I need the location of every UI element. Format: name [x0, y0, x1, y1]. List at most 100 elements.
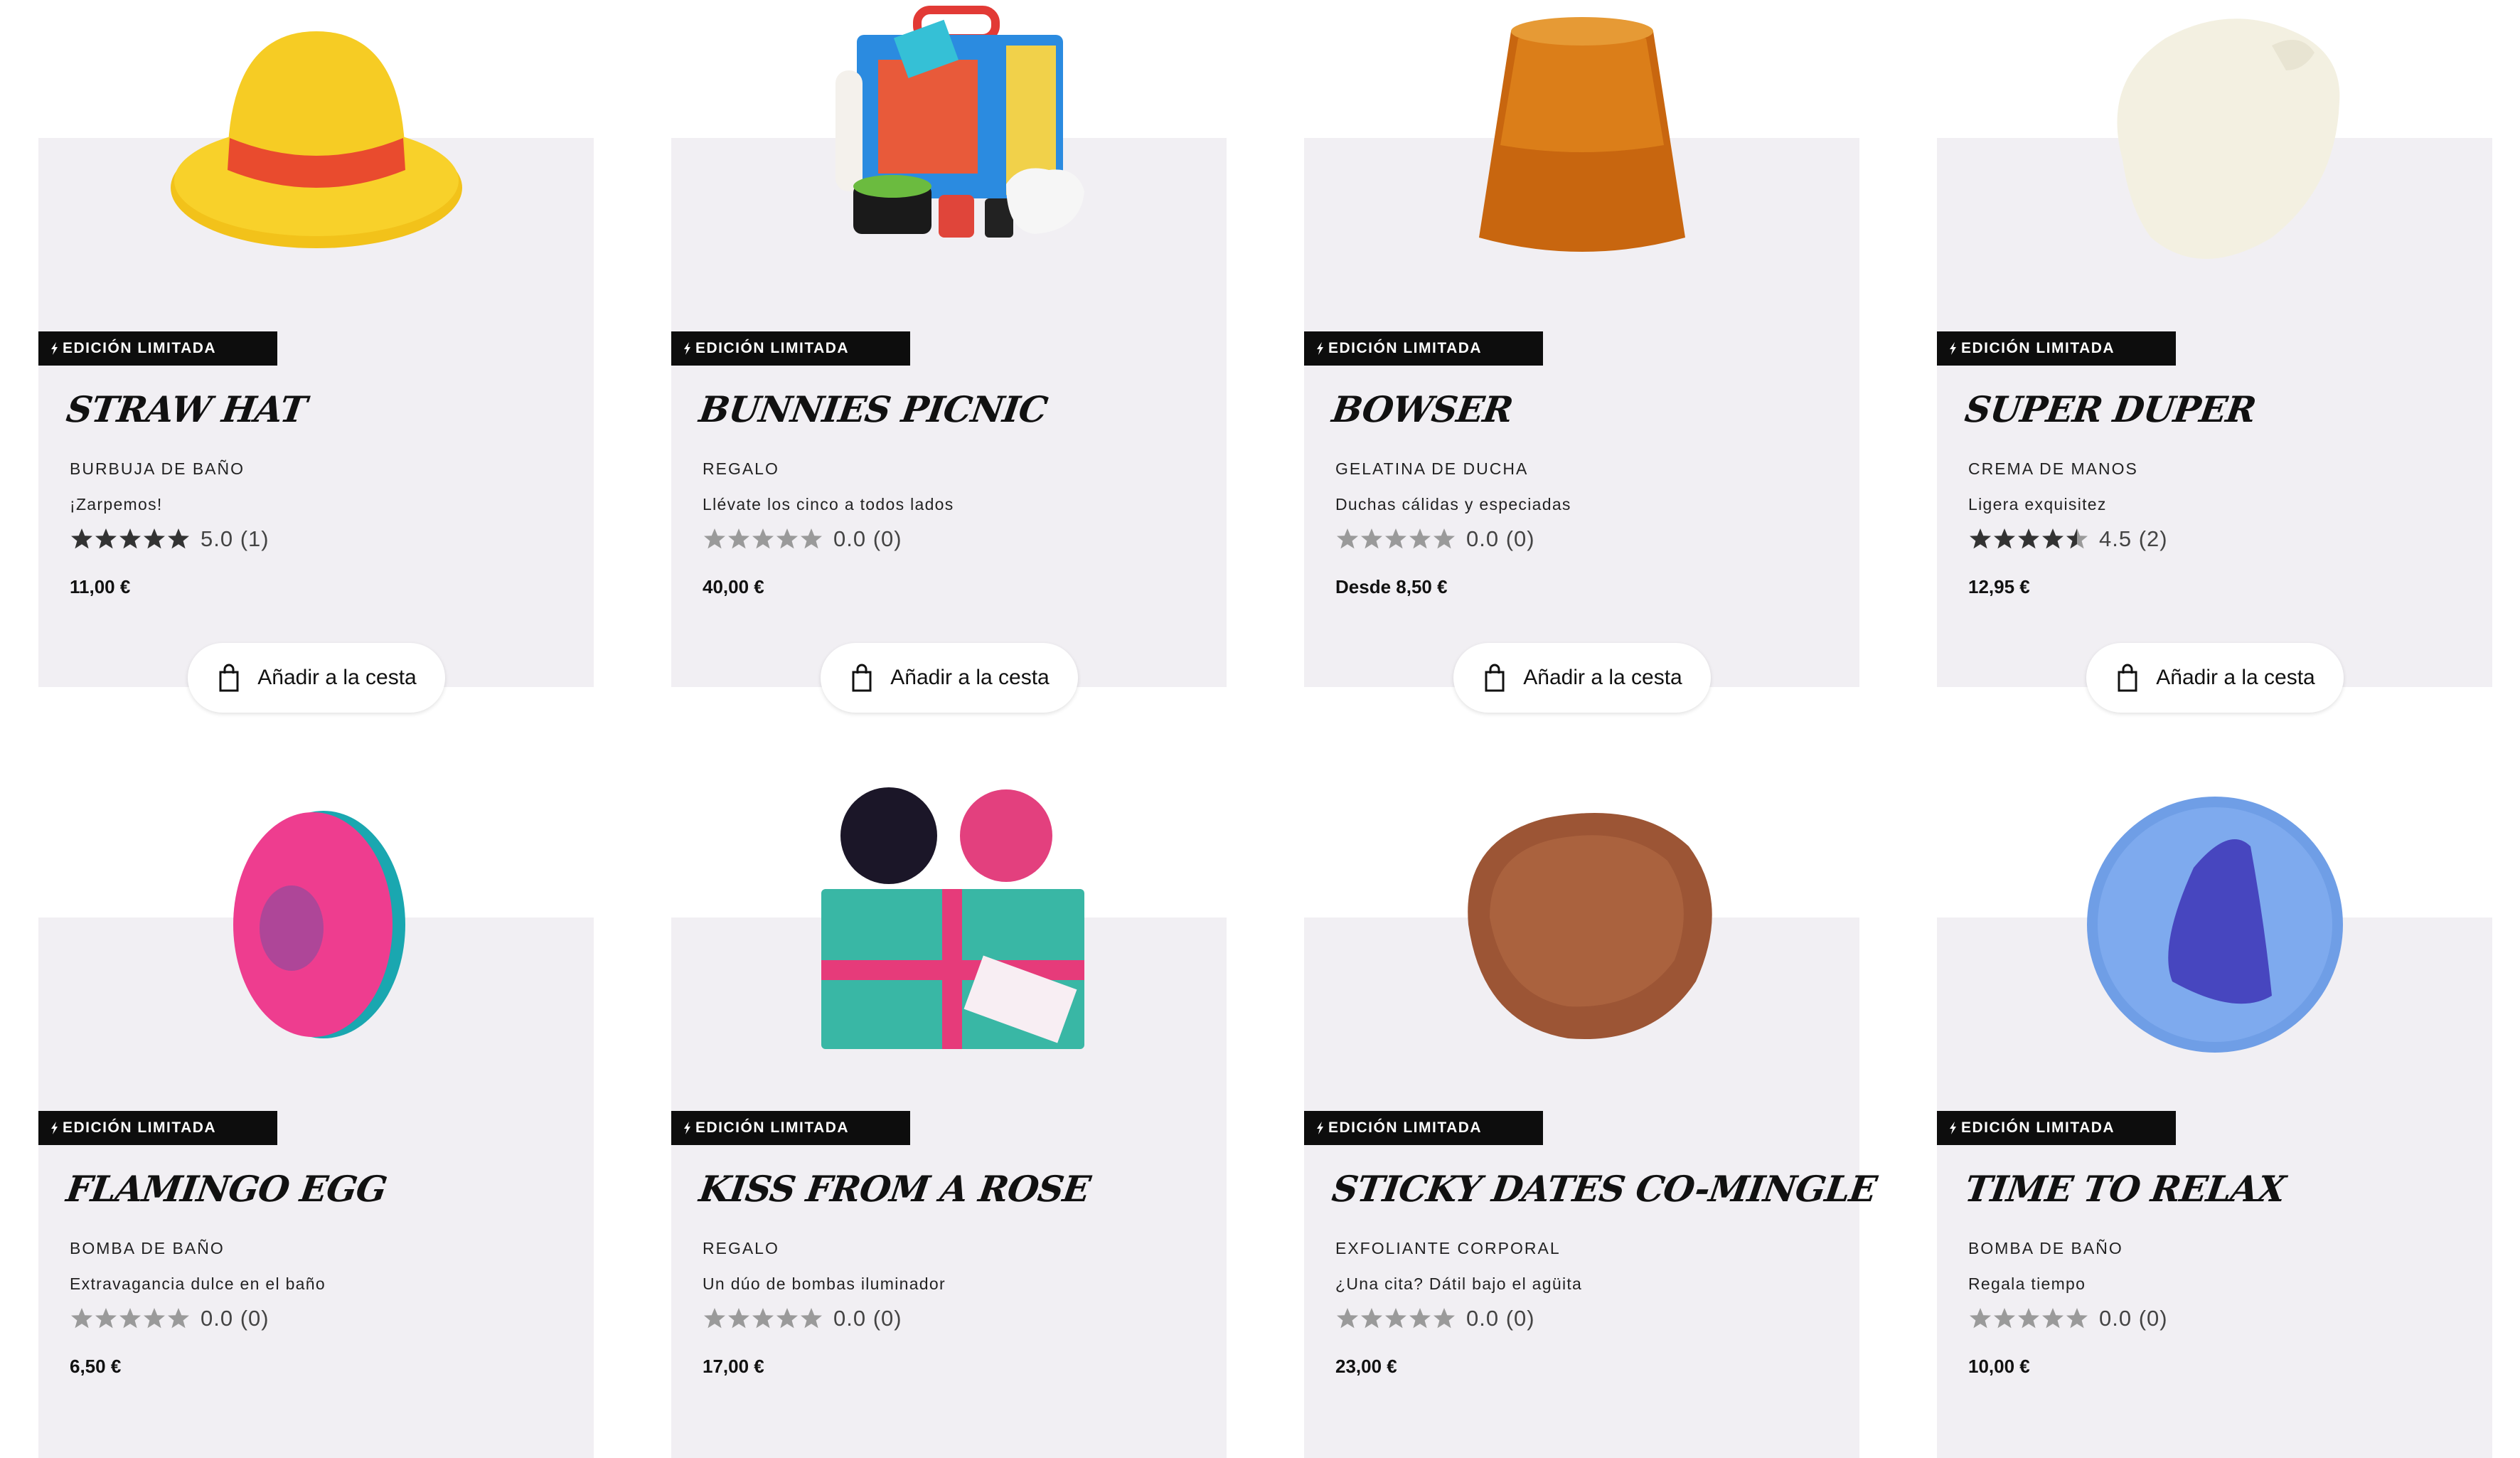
product-card[interactable]: EDICIÓN LIMITADA STRAW HAT BURBUJA DE BA…	[38, 31, 594, 713]
limited-edition-badge: EDICIÓN LIMITADA	[38, 331, 277, 366]
star-icon	[801, 528, 822, 549]
product-name[interactable]: BOWSER	[1330, 388, 1515, 430]
lightning-icon	[1317, 1122, 1323, 1134]
star-icon	[1994, 1308, 2015, 1329]
star-icon	[752, 1308, 774, 1329]
badge-label: EDICIÓN LIMITADA	[1961, 340, 2115, 356]
add-to-cart-button[interactable]: Añadir a la cesta	[821, 643, 1078, 713]
product-card[interactable]: EDICIÓN LIMITADA BOWSER GELATINA DE DUCH…	[1304, 17, 1859, 713]
product-name[interactable]: KISS FROM A ROSE	[697, 1168, 1093, 1210]
limited-edition-badge: EDICIÓN LIMITADA	[1304, 331, 1543, 366]
product-price: 17,00 €	[703, 1356, 764, 1377]
lightning-icon	[1950, 342, 1956, 355]
product-card[interactable]: EDICIÓN LIMITADA SUPER DUPER CREMA DE MA…	[1937, 18, 2492, 713]
rating-stars	[1968, 527, 2089, 551]
star-icon	[95, 1308, 117, 1329]
rating-stars	[1968, 1307, 2089, 1331]
rating-text: 0.0 (0)	[1466, 1306, 1535, 1331]
clock-bath-bomb-image[interactable]	[2059, 782, 2371, 1060]
product-category: BURBUJA DE BAÑO	[70, 459, 245, 478]
star-icon	[1970, 528, 1991, 549]
limited-edition-badge: EDICIÓN LIMITADA	[1937, 1111, 2176, 1145]
badge-label: EDICIÓN LIMITADA	[1328, 340, 1483, 356]
straw-hat-bubble-image[interactable]	[160, 3, 473, 280]
product-name[interactable]: SUPER DUPER	[1963, 388, 2258, 430]
product-name[interactable]: STRAW HAT	[64, 388, 309, 430]
star-icon	[95, 528, 117, 549]
star-icon	[1385, 528, 1406, 549]
rating-text: 4.5 (2)	[2099, 526, 2168, 551]
star-icon	[2042, 1308, 2063, 1329]
limited-edition-badge: EDICIÓN LIMITADA	[38, 1111, 277, 1145]
add-to-cart-label: Añadir a la cesta	[2156, 666, 2315, 689]
product-rating: 4.5 (2)	[1968, 526, 2168, 552]
product-tagline: Llévate los cinco a todos lados	[703, 495, 954, 514]
lightning-icon	[684, 342, 690, 355]
star-icon	[752, 528, 774, 549]
product-card[interactable]: EDICIÓN LIMITADA KISS FROM A ROSE REGALO…	[671, 787, 1227, 1458]
product-card[interactable]: EDICIÓN LIMITADA BUNNIES PICNIC REGALO L…	[671, 6, 1227, 713]
add-to-cart-button[interactable]: Añadir a la cesta	[188, 643, 445, 713]
star-icon	[704, 528, 725, 549]
add-to-cart-button[interactable]: Añadir a la cesta	[2086, 643, 2344, 713]
rating-stars	[1335, 527, 1456, 551]
product-name[interactable]: BUNNIES PICNIC	[697, 388, 1050, 430]
wrapped-gift-image[interactable]	[793, 782, 1106, 1060]
product-card[interactable]: EDICIÓN LIMITADA TIME TO RELAX BOMBA DE …	[1937, 797, 2492, 1458]
add-to-cart-label: Añadir a la cesta	[890, 666, 1050, 689]
lightning-icon	[1317, 342, 1323, 355]
star-icon	[1337, 1308, 1358, 1329]
limited-edition-badge: EDICIÓN LIMITADA	[1304, 1111, 1543, 1145]
star-icon	[119, 528, 141, 549]
limited-edition-badge: EDICIÓN LIMITADA	[671, 1111, 910, 1145]
star-icon	[728, 528, 749, 549]
star-icon	[2018, 528, 2039, 549]
rating-stars	[1335, 1307, 1456, 1331]
shopping-bag-icon	[1485, 664, 1505, 692]
rating-text: 0.0 (0)	[2099, 1306, 2168, 1331]
product-tagline: Duchas cálidas y especiadas	[1335, 495, 1571, 514]
add-to-cart-button[interactable]: Añadir a la cesta	[1453, 643, 1711, 713]
star-icon	[1433, 528, 1455, 549]
product-card[interactable]: EDICIÓN LIMITADA FLAMINGO EGG BOMBA DE B…	[38, 811, 594, 1458]
product-category: CREMA DE MANOS	[1968, 459, 2138, 478]
badge-label: EDICIÓN LIMITADA	[1961, 1119, 2115, 1136]
star-icon	[801, 1308, 822, 1329]
star-icon	[119, 1308, 141, 1329]
product-tagline: ¡Zarpemos!	[70, 495, 163, 514]
badge-label: EDICIÓN LIMITADA	[1328, 1119, 1483, 1136]
badge-label: EDICIÓN LIMITADA	[695, 1119, 850, 1136]
product-category: EXFOLIANTE CORPORAL	[1335, 1239, 1561, 1257]
product-price: 11,00 €	[70, 576, 131, 597]
product-tagline: Un dúo de bombas iluminador	[703, 1275, 946, 1293]
gift-box-image[interactable]	[793, 3, 1106, 280]
product-card[interactable]: EDICIÓN LIMITADA STICKY DATES CO-MINGLE …	[1304, 813, 1879, 1458]
product-name[interactable]: FLAMINGO EGG	[64, 1168, 389, 1210]
product-category: REGALO	[703, 1239, 779, 1257]
badge-label: EDICIÓN LIMITADA	[695, 340, 850, 356]
rating-text: 5.0 (1)	[201, 526, 269, 551]
product-rating: 0.0 (0)	[1968, 1306, 2168, 1331]
star-icon	[1433, 1308, 1455, 1329]
product-category: REGALO	[703, 459, 779, 478]
product-category: BOMBA DE BAÑO	[1968, 1239, 2123, 1257]
egg-bath-bomb-image[interactable]	[160, 782, 473, 1060]
product-rating: 0.0 (0)	[703, 526, 902, 552]
product-rating: 0.0 (0)	[1335, 526, 1535, 552]
star-icon	[1337, 528, 1358, 549]
body-scrub-image[interactable]	[1426, 782, 1739, 1060]
add-to-cart-label: Añadir a la cesta	[1523, 666, 1682, 689]
product-name[interactable]: TIME TO RELAX	[1963, 1168, 2287, 1210]
star-icon	[1361, 1308, 1382, 1329]
rating-text: 0.0 (0)	[833, 526, 902, 551]
star-icon	[728, 1308, 749, 1329]
add-to-cart-label: Añadir a la cesta	[257, 666, 417, 689]
hand-cream-image[interactable]	[2059, 3, 2371, 280]
lightning-icon	[51, 1122, 58, 1134]
shower-jelly-image[interactable]	[1426, 3, 1739, 280]
star-icon	[704, 1308, 725, 1329]
star-icon	[776, 1308, 798, 1329]
product-name[interactable]: STICKY DATES CO-MINGLE	[1330, 1168, 1879, 1210]
star-icon	[2042, 528, 2063, 549]
star-icon	[71, 528, 92, 549]
